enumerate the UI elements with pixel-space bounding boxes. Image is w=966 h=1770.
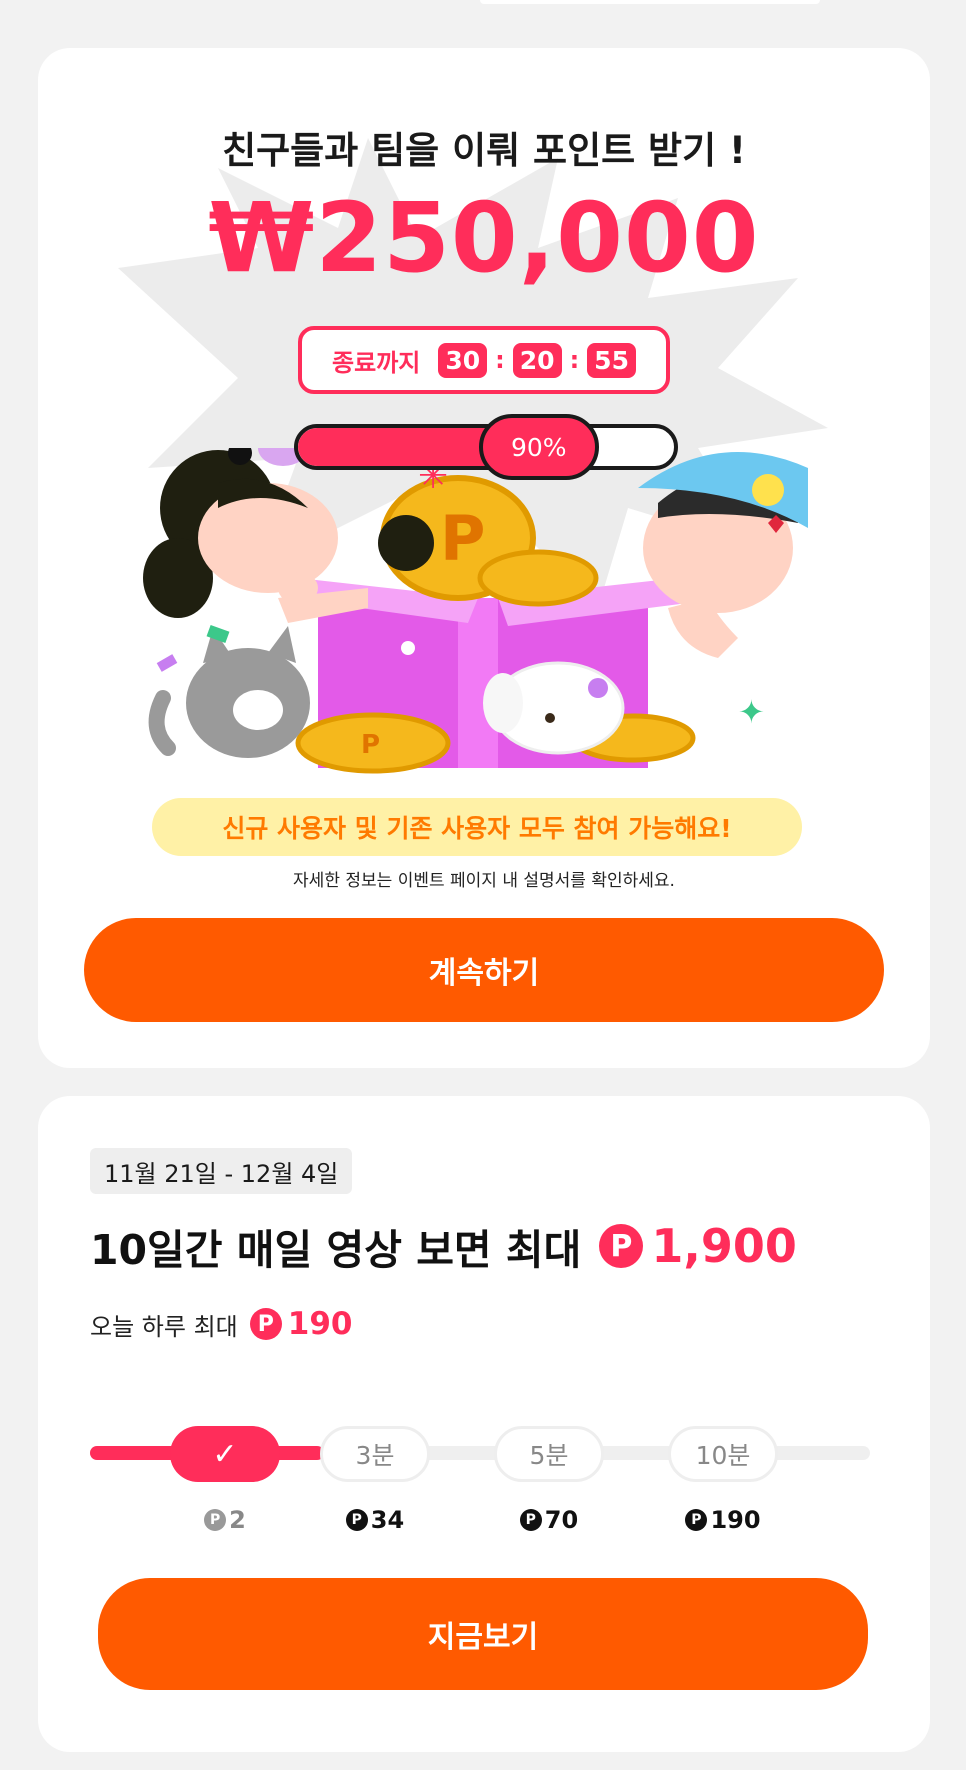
- timer-separator: :: [569, 346, 580, 374]
- video-reward-title-text: 10일간 매일 영상 보면 최대: [90, 1226, 582, 1274]
- timer-seconds: 55: [587, 342, 636, 378]
- promo-headline: 친구들과 팀을 이뤄 포인트 받기 !: [222, 129, 746, 172]
- step-10min: 10분: [668, 1426, 778, 1482]
- step-reward-1: P 2: [165, 1506, 285, 1534]
- video-reward-title: 10일간 매일 영상 보면 최대 P 1,900: [90, 1216, 797, 1276]
- info-note: 자세한 정보는 이벤트 페이지 내 설명서를 확인하세요.: [293, 871, 675, 891]
- timer-minutes: 20: [512, 342, 562, 378]
- point-coin-icon: P: [685, 1509, 708, 1531]
- point-coin-icon: P: [519, 1509, 542, 1531]
- step-5min: 5분: [494, 1426, 604, 1482]
- watch-now-button[interactable]: 지금보기: [98, 1578, 868, 1690]
- point-coin-icon: P: [249, 1308, 282, 1340]
- countdown-timer: 종료까지 30 : 20 : 55: [298, 326, 670, 394]
- timer-hours: 30: [438, 342, 488, 378]
- step-reward-2: P 34: [315, 1506, 435, 1534]
- svg-text:P: P: [361, 730, 380, 760]
- video-reward-card: 11월 21일 - 12월 4일 10일간 매일 영상 보면 최대 P 1,90…: [38, 1096, 930, 1752]
- step-reward-value: 2: [229, 1506, 246, 1534]
- team-progress-fill: [298, 428, 502, 466]
- step-completed-check-icon: ✓: [170, 1426, 280, 1482]
- previous-card-edge: [480, 0, 820, 4]
- step-reward-4: P 190: [663, 1506, 783, 1534]
- point-coin-icon: P: [599, 1224, 644, 1268]
- friends-gift-illustration: P P ✳ ✦: [143, 448, 808, 774]
- continue-button[interactable]: 계속하기: [84, 918, 884, 1022]
- svg-text:P: P: [440, 502, 485, 575]
- team-progress-bar: 90%: [294, 414, 678, 480]
- prize-amount: ₩250,000: [208, 182, 760, 294]
- point-coin-icon: P: [345, 1509, 368, 1531]
- team-progress-label: 90%: [478, 414, 599, 480]
- step-reward-3: P 70: [489, 1506, 609, 1534]
- team-promo-card: 친구들과 팀을 이뤄 포인트 받기 ! ₩250,000 종료까지 30 : 2…: [38, 48, 930, 1068]
- event-date-range: 11월 21일 - 12월 4일: [90, 1148, 353, 1194]
- timer-label: 종료까지: [332, 348, 421, 377]
- max-points-value: 1,900: [651, 1219, 797, 1273]
- today-max-label: 오늘 하루 최대: [90, 1312, 238, 1341]
- step-reward-value: 34: [370, 1506, 405, 1534]
- timer-separator: :: [495, 346, 505, 374]
- eligibility-banner: 신규 사용자 및 기존 사용자 모두 참여 가능해요!: [152, 798, 802, 856]
- today-max-line: 오늘 하루 최대 P 190: [90, 1306, 352, 1342]
- step-3min: 3분: [320, 1426, 430, 1482]
- svg-text:✦: ✦: [738, 693, 765, 731]
- point-coin-icon: P: [204, 1509, 227, 1531]
- step-reward-value: 70: [544, 1506, 579, 1534]
- step-reward-value: 190: [710, 1506, 761, 1534]
- today-max-points: 190: [287, 1306, 353, 1342]
